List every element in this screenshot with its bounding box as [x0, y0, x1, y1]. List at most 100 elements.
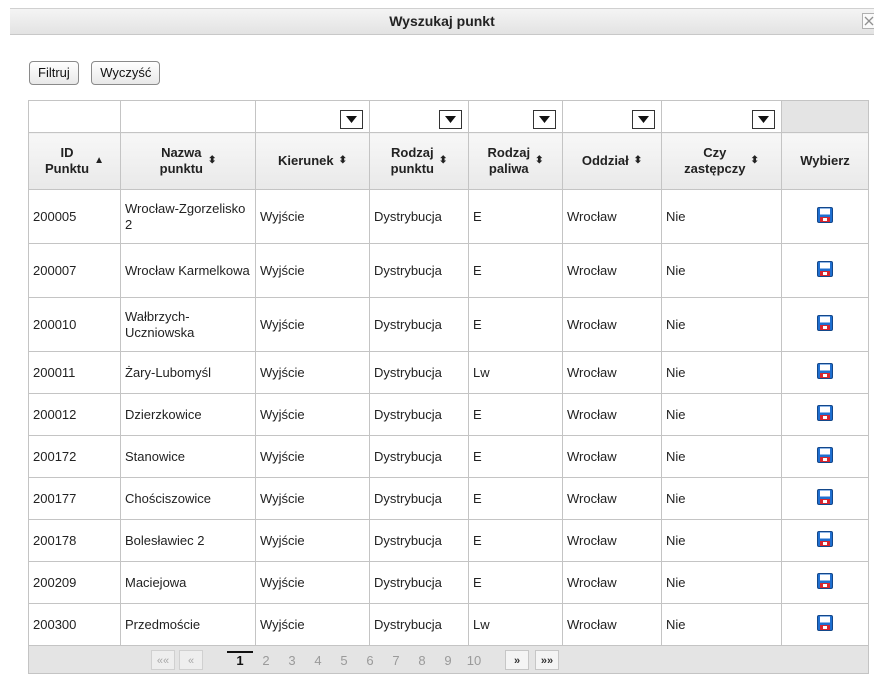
cell-substitute: Nie: [661, 603, 782, 646]
col-header-fuel-type[interactable]: Rodzaj paliwa ⬍: [468, 132, 563, 190]
cell-direction: Wyjście: [255, 477, 370, 520]
next-page-button[interactable]: »: [505, 649, 529, 670]
cell-fuel-type: E: [468, 477, 563, 520]
header-row: ID Punktu ▲ Nazwa punktu ⬍ Kierunek ⬍ Rodzaj p…: [28, 132, 869, 190]
cell-substitute: Nie: [661, 351, 782, 394]
cell-direction: Wyjście: [255, 561, 370, 604]
cell-branch: Wrocław: [562, 393, 662, 436]
cell-branch: Wrocław: [562, 189, 662, 244]
filter-point-type-select[interactable]: [369, 100, 469, 133]
cell-branch: Wrocław: [562, 519, 662, 562]
table-row: 200209 Maciejowa Wyjście Dystrybucja E Wrocła…: [28, 561, 869, 604]
table-row: 200177 Chościszowice Wyjście Dystrybucja E Wr…: [28, 477, 869, 520]
cell-direction: Wyjście: [255, 297, 370, 352]
table-row: 200010 Wałbrzych-Uczniowska Wyjście Dystryb…: [28, 297, 869, 352]
close-icon[interactable]: [862, 13, 874, 29]
save-icon[interactable]: [817, 614, 833, 631]
col-header-branch[interactable]: Oddział ⬍: [562, 132, 662, 190]
pager-row: «« « 1 2 3 4 5 6 7 8 9 10 » »»: [28, 645, 869, 674]
save-icon[interactable]: [817, 206, 833, 223]
select-cell: [781, 477, 869, 520]
col-header-name[interactable]: Nazwa punktu ⬍: [120, 132, 256, 190]
filter-substitute-select[interactable]: [661, 100, 782, 133]
save-icon[interactable]: [817, 260, 833, 277]
first-page-button[interactable]: ««: [151, 649, 175, 670]
last-page-button[interactable]: »»: [535, 649, 559, 670]
cell-direction: Wyjście: [255, 189, 370, 244]
cell-name: Dzierzkowice: [120, 393, 256, 436]
filter-fuel-type-select[interactable]: [468, 100, 563, 133]
cell-substitute: Nie: [661, 435, 782, 478]
cell-name: Przedmoście: [120, 603, 256, 646]
filter-id-input[interactable]: [28, 100, 121, 133]
cell-point-type: Dystrybucja: [369, 297, 469, 352]
save-icon[interactable]: [817, 488, 833, 505]
save-icon[interactable]: [817, 572, 833, 589]
page-numbers: 1 2 3 4 5 6 7 8 9 10: [227, 651, 487, 668]
col-header-id[interactable]: ID Punktu ▲: [28, 132, 121, 190]
filter-branch-select[interactable]: [562, 100, 662, 133]
table-row: 200007 Wrocław Karmelkowa Wyjście Dystrybuc…: [28, 243, 869, 298]
cell-direction: Wyjście: [255, 603, 370, 646]
sort-icon: ⬍: [338, 155, 348, 166]
cell-fuel-type: Lw: [468, 603, 563, 646]
col-header-substitute[interactable]: Czy zastępczy ⬍: [661, 132, 782, 190]
chevron-down-icon[interactable]: [632, 110, 655, 129]
cell-point-type: Dystrybucja: [369, 435, 469, 478]
cell-substitute: Nie: [661, 297, 782, 352]
cell-substitute: Nie: [661, 243, 782, 298]
cell-fuel-type: E: [468, 393, 563, 436]
cell-id: 200178: [28, 519, 121, 562]
cell-branch: Wrocław: [562, 561, 662, 604]
table-row: 200005 Wrocław-Zgorzelisko 2 Wyjście Dystry…: [28, 189, 869, 244]
select-cell: [781, 297, 869, 352]
cell-id: 200010: [28, 297, 121, 352]
cell-branch: Wrocław: [562, 435, 662, 478]
table-row: 200178 Bolesławiec 2 Wyjście Dystrybucja E Wr…: [28, 519, 869, 562]
save-icon[interactable]: [817, 446, 833, 463]
cell-substitute: Nie: [661, 393, 782, 436]
chevron-down-icon[interactable]: [439, 110, 462, 129]
sort-asc-icon: ▲: [94, 155, 104, 166]
pager: «« « 1 2 3 4 5 6 7 8 9 10 » »»: [28, 645, 869, 674]
cell-point-type: Dystrybucja: [369, 477, 469, 520]
filter-empty-cell: [781, 100, 869, 133]
cell-id: 200172: [28, 435, 121, 478]
cell-name: Stanowice: [120, 435, 256, 478]
cell-name: Maciejowa: [120, 561, 256, 604]
chevron-down-icon[interactable]: [752, 110, 775, 129]
cell-name: Wrocław Karmelkowa: [120, 243, 256, 298]
cell-name: Bolesławiec 2: [120, 519, 256, 562]
save-icon[interactable]: [817, 404, 833, 421]
prev-page-button[interactable]: «: [179, 649, 203, 670]
chevron-down-icon[interactable]: [533, 110, 556, 129]
col-header-direction[interactable]: Kierunek ⬍: [255, 132, 370, 190]
cell-direction: Wyjście: [255, 519, 370, 562]
table-row: 200011 Żary-Lubomyśl Wyjście Dystrybucja Lw W…: [28, 351, 869, 394]
filter-name-input[interactable]: [120, 100, 256, 133]
select-cell: [781, 561, 869, 604]
select-cell: [781, 393, 869, 436]
cell-point-type: Dystrybucja: [369, 561, 469, 604]
cell-id: 200005: [28, 189, 121, 244]
filter-direction-select[interactable]: [255, 100, 370, 133]
chevron-down-icon[interactable]: [340, 110, 363, 129]
cell-fuel-type: E: [468, 561, 563, 604]
save-icon[interactable]: [817, 314, 833, 331]
cell-id: 200177: [28, 477, 121, 520]
filter-button[interactable]: Filtruj: [29, 61, 79, 85]
clear-button[interactable]: Wyczyść: [91, 61, 161, 85]
cell-branch: Wrocław: [562, 243, 662, 298]
cell-branch: Wrocław: [562, 351, 662, 394]
cell-point-type: Dystrybucja: [369, 351, 469, 394]
col-header-point-type[interactable]: Rodzaj punktu ⬍: [369, 132, 469, 190]
cell-point-type: Dystrybucja: [369, 519, 469, 562]
save-icon[interactable]: [817, 362, 833, 379]
page-number-1[interactable]: 1: [227, 651, 253, 668]
save-icon[interactable]: [817, 530, 833, 547]
col-header-select: Wybierz: [781, 132, 869, 190]
cell-branch: Wrocław: [562, 297, 662, 352]
table-row: 200012 Dzierzkowice Wyjście Dystrybucja E Wro…: [28, 393, 869, 436]
select-cell: [781, 351, 869, 394]
sort-icon: ⬍: [633, 155, 643, 166]
